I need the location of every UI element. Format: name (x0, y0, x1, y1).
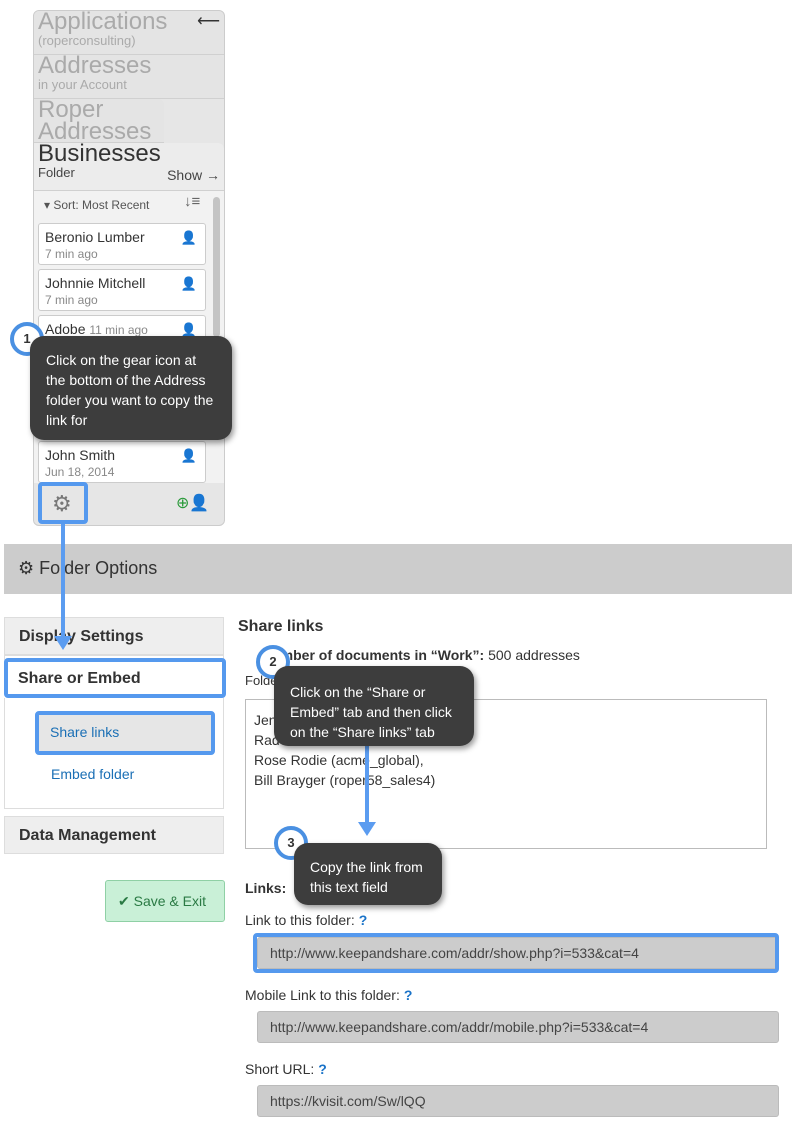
scrollbar[interactable] (213, 197, 220, 337)
gear-highlight (38, 482, 88, 524)
share-links-highlight (35, 711, 215, 755)
show-button[interactable]: Show → (167, 167, 220, 183)
add-address-button[interactable]: ⊕👤 (176, 493, 209, 513)
current-folder: Businesses Folder Show → (34, 142, 224, 191)
tab-embed-folder[interactable]: Embed folder (51, 766, 134, 782)
sort-dropdown[interactable]: ▾ Sort: Most Recent (44, 198, 149, 212)
sort-order-icon[interactable]: ↓≡ (184, 193, 200, 210)
person-icon: 👤 (180, 230, 197, 245)
links-label: Links: (245, 880, 287, 896)
connector-line (61, 522, 65, 642)
mobile-link-label: Mobile Link to this folder:? (245, 987, 413, 1003)
share-highlight (4, 658, 226, 698)
arrow-left-icon[interactable]: ⟵ (197, 11, 220, 31)
tab-display-settings[interactable]: Display Settings (4, 617, 224, 655)
tab-data-management[interactable]: Data Management (4, 816, 224, 854)
callout-1: Click on the gear icon at the bottom of … (30, 336, 232, 440)
documents-count: Number of documents in “Work”: 500 addre… (262, 647, 580, 663)
list-item[interactable]: Johnnie Mitchell 7 min ago 👤 (38, 269, 206, 311)
save-exit-button[interactable]: ✔ Save & Exit (105, 880, 225, 922)
arrow-head (358, 822, 376, 836)
crumb-roper[interactable]: Roper Addresses (34, 98, 164, 144)
arrow-head (54, 636, 72, 650)
help-icon[interactable]: ? (359, 912, 368, 928)
callout-3: Copy the link from this text field (294, 843, 442, 905)
folder-panel: Applications (roperconsulting) ⟵ Address… (33, 10, 225, 526)
section-title: Share links (238, 618, 324, 635)
list-item[interactable]: John Smith Jun 18, 2014 👤 (38, 441, 206, 483)
short-url-label: Short URL:? (245, 1061, 327, 1077)
person-icon: 👤 (180, 448, 197, 463)
list-item[interactable]: Beronio Lumber 7 min ago 👤 (38, 223, 206, 265)
help-icon[interactable]: ? (318, 1061, 327, 1077)
crumb-applications[interactable]: Applications (roperconsulting) ⟵ (34, 11, 224, 55)
person-icon: 👤 (180, 276, 197, 291)
crumb-addresses[interactable]: Addresses in your Account (34, 54, 224, 99)
link-highlight (253, 933, 779, 973)
callout-2: Click on the “Share or Embed” tab and th… (274, 666, 474, 746)
link-label: Link to this folder:? (245, 912, 368, 928)
short-url-field[interactable]: https://kvisit.com/Sw/lQQ (257, 1085, 779, 1117)
connector-line (365, 738, 369, 826)
gear-icon: ⚙ (18, 558, 35, 578)
help-icon[interactable]: ? (404, 987, 413, 1003)
mobile-link-field[interactable]: http://www.keepandshare.com/addr/mobile.… (257, 1011, 779, 1043)
plus-icon: ⊕ (176, 495, 190, 512)
folder-options-header: ⚙ Folder Options (4, 544, 792, 594)
